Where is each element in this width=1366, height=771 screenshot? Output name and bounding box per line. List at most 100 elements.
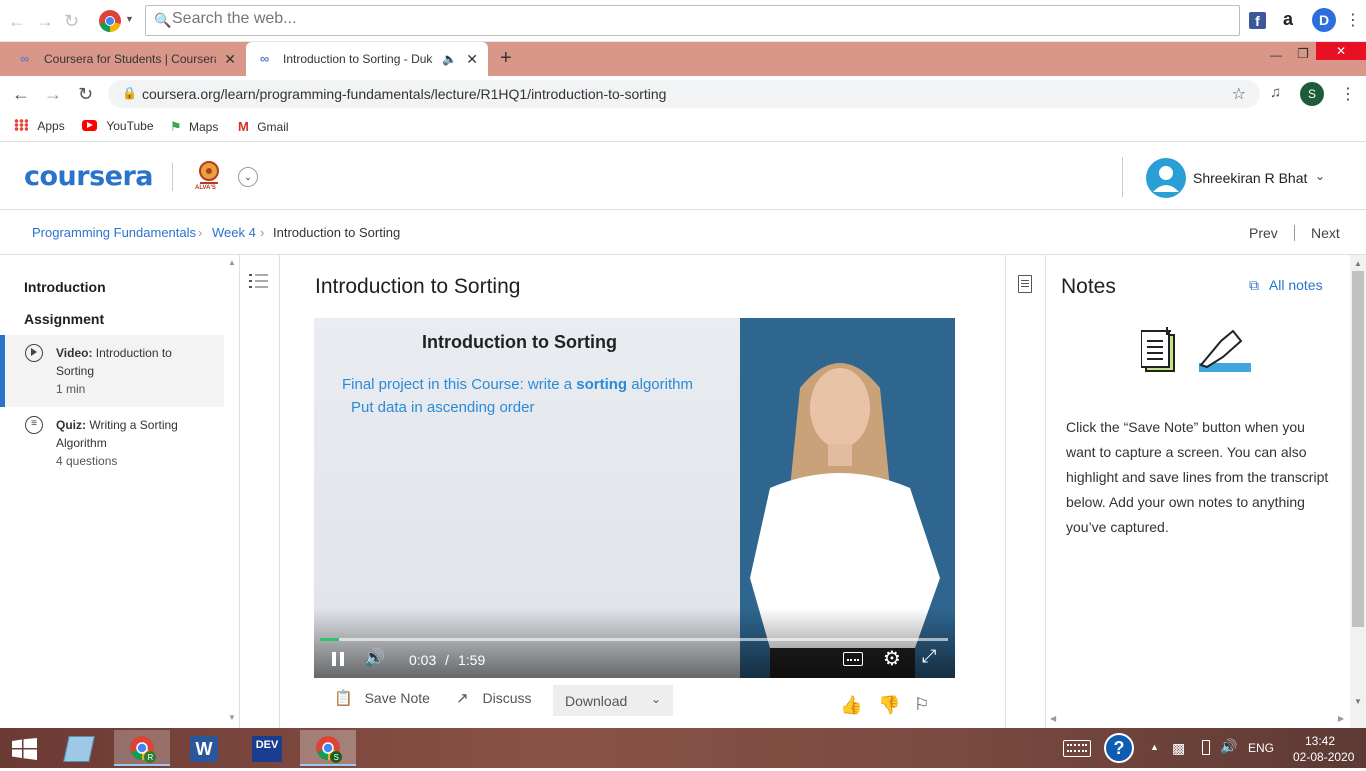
settings-gear-icon[interactable]: ⚙ xyxy=(883,646,901,671)
notes-hscrollbar[interactable]: ◀ ▶ xyxy=(1046,712,1350,728)
scroll-down-icon[interactable]: ▼ xyxy=(228,713,236,722)
speaker-icon[interactable]: 🔈 xyxy=(442,42,457,76)
profile-avatar[interactable]: S xyxy=(1300,82,1324,106)
chrome-logo-icon[interactable] xyxy=(98,9,122,33)
search-box[interactable]: 🔍 xyxy=(145,5,1240,36)
media-control-icon[interactable]: ♫ xyxy=(1270,84,1281,101)
tab-introduction-to-sorting[interactable]: ∞ Introduction to Sorting - Duk 🔈 ✕ xyxy=(246,42,488,76)
browser-menu-icon[interactable]: ⋮ xyxy=(1340,84,1356,104)
bookmark-apps[interactable]: Apps xyxy=(14,119,65,133)
help-icon[interactable]: ? xyxy=(1104,733,1134,763)
tab-coursera-students[interactable]: ∞ Coursera for Students | Coursera ✕ xyxy=(0,42,246,76)
clock-time[interactable]: 13:42 xyxy=(1305,734,1335,748)
search-input[interactable] xyxy=(172,10,1072,28)
thumbs-up-icon[interactable]: 👍 xyxy=(840,695,862,716)
progress-track[interactable] xyxy=(320,638,948,641)
captions-icon[interactable] xyxy=(843,652,863,666)
search-icon: 🔍 xyxy=(154,12,172,28)
bookmark-star-icon[interactable]: ☆ xyxy=(1232,84,1246,104)
external-link-icon: ↗ xyxy=(456,690,469,707)
coursera-favicon-icon: ∞ xyxy=(20,51,30,66)
scroll-up-icon[interactable]: ▲ xyxy=(1354,259,1362,268)
close-window-button[interactable]: ✕ xyxy=(1316,42,1366,60)
battery-icon[interactable] xyxy=(1202,740,1210,755)
section-heading-assignment[interactable]: Assignment xyxy=(24,311,104,327)
taskbar-notepad-icon[interactable] xyxy=(52,730,108,766)
keyboard-icon[interactable] xyxy=(1063,740,1091,757)
menu-dots-icon[interactable]: ⋮ xyxy=(1345,10,1361,30)
taskbar-word-icon[interactable]: W xyxy=(176,730,232,766)
lecture-title: Introduction to Sorting xyxy=(315,275,521,298)
org-dropdown-chevron-icon[interactable]: ⌄ xyxy=(238,167,258,187)
amazon-icon[interactable]: a xyxy=(1283,9,1293,30)
sidebar-item-video[interactable]: Video: Introduction to Sorting 1 min xyxy=(0,335,224,407)
bookmark-youtube[interactable]: YouTube xyxy=(82,119,154,133)
play-circle-icon xyxy=(25,344,43,362)
flag-icon[interactable]: ⚐ xyxy=(914,695,929,715)
facebook-icon[interactable]: f xyxy=(1249,12,1266,29)
taskbar-devcpp-icon[interactable]: DEV xyxy=(238,730,294,766)
sidebar-scrollbar[interactable]: ▲ ▼ xyxy=(224,255,239,728)
alvas-logo[interactable]: ALVA'S xyxy=(192,159,226,195)
close-tab-icon[interactable]: ✕ xyxy=(466,42,478,76)
all-notes-link[interactable]: ⧉ All notes xyxy=(1249,277,1323,294)
scroll-left-icon[interactable]: ◀ xyxy=(1050,714,1056,723)
back-arrow-icon[interactable]: ← xyxy=(12,84,30,105)
scroll-up-icon[interactable]: ▲ xyxy=(228,258,236,267)
show-hidden-icons-icon[interactable]: ▲ xyxy=(1150,742,1159,752)
fullscreen-icon[interactable]: ⤢ xyxy=(922,646,936,667)
new-tab-button[interactable]: + xyxy=(500,47,512,70)
volume-tray-icon[interactable]: 🔊 xyxy=(1220,738,1237,755)
video-player[interactable]: Introduction to Sorting Final project in… xyxy=(314,318,955,678)
forward-arrow-icon[interactable]: → xyxy=(36,11,54,32)
taskbar-chrome-s-icon[interactable]: S xyxy=(300,730,356,766)
thumbs-down-icon[interactable]: 👎 xyxy=(878,695,900,716)
user-avatar-icon[interactable] xyxy=(1146,158,1186,198)
scroll-down-icon[interactable]: ▼ xyxy=(1354,697,1362,706)
toc-list-icon[interactable] xyxy=(249,273,269,289)
volume-icon[interactable]: 🔊 xyxy=(364,648,385,668)
scroll-thumb[interactable] xyxy=(1352,271,1364,627)
reload-icon[interactable]: ↻ xyxy=(64,11,79,32)
url-field[interactable]: 🔒 coursera.org/learn/programming-fundame… xyxy=(108,80,1260,108)
lock-icon[interactable]: 🔒 xyxy=(122,86,137,100)
coursera-logo[interactable]: coursera xyxy=(24,161,154,192)
back-arrow-icon[interactable]: ← xyxy=(8,11,26,32)
video-controls: 🔊 0:03 / 1:59 ⚙ ⤢ xyxy=(314,608,955,678)
notes-illustration-icon xyxy=(1140,327,1253,377)
taskbar-chrome-r-icon[interactable]: R xyxy=(114,730,170,766)
minimize-button[interactable]: — xyxy=(1270,48,1282,62)
language-indicator[interactable]: ENG xyxy=(1248,741,1274,755)
bookmark-gmail[interactable]: M Gmail xyxy=(238,119,289,134)
notes-panel-icon[interactable] xyxy=(1018,275,1032,293)
pause-button[interactable] xyxy=(332,652,346,666)
maximize-button[interactable]: ❐ xyxy=(1297,46,1309,62)
forward-arrow-icon[interactable]: → xyxy=(44,84,62,105)
progress-fill xyxy=(320,638,339,641)
breadcrumb-course[interactable]: Programming Fundamentals xyxy=(32,225,196,240)
save-note-button[interactable]: 📋 Save Note xyxy=(334,689,430,707)
prev-link[interactable]: Prev xyxy=(1249,225,1278,241)
sidebar-item-quiz[interactable]: ≡ Quiz: Writing a Sorting Algorithm 4 qu… xyxy=(0,407,224,477)
chevron-down-icon[interactable]: ▼ xyxy=(125,14,134,24)
windows-start-icon[interactable] xyxy=(12,738,38,760)
section-heading-introduction[interactable]: Introduction xyxy=(24,279,106,295)
reload-icon[interactable]: ↻ xyxy=(78,84,93,105)
clock-date[interactable]: 02-08-2020 xyxy=(1293,750,1354,764)
user-name[interactable]: Shreekiran R Bhat xyxy=(1193,170,1307,186)
close-tab-icon[interactable]: ✕ xyxy=(224,42,236,76)
slide-line-2: Put data in ascending order xyxy=(351,399,535,416)
page-scrollbar[interactable]: ▲ ▼ xyxy=(1350,255,1366,728)
network-icon[interactable]: ▩ xyxy=(1172,740,1185,757)
breadcrumb-week[interactable]: Week 4 xyxy=(212,225,256,240)
notes-instructions: Click the “Save Note” button when you wa… xyxy=(1066,419,1329,535)
svg-text:S: S xyxy=(334,753,339,762)
extension-d-icon[interactable]: D xyxy=(1312,8,1336,32)
user-menu-chevron-icon[interactable]: ⌄ xyxy=(1315,169,1325,183)
scroll-right-icon[interactable]: ▶ xyxy=(1338,714,1344,723)
discuss-button[interactable]: ↗ Discuss xyxy=(456,689,531,707)
url-text[interactable]: coursera.org/learn/programming-fundament… xyxy=(142,86,666,102)
bookmark-maps[interactable]: ⚑ Maps xyxy=(170,119,218,135)
download-dropdown[interactable]: Download ⌄ xyxy=(553,685,673,716)
next-link[interactable]: Next xyxy=(1311,225,1340,241)
